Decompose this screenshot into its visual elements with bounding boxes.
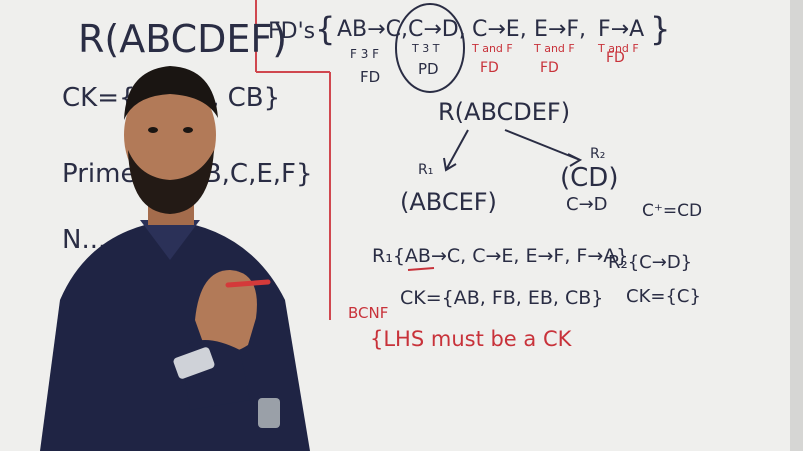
- video-frame: R(ABCDEF) FD's { AB→C, C→D, C→E, E→F, F→…: [0, 0, 803, 451]
- fd-tag-2: PD: [418, 60, 439, 78]
- r2-fd-small: C→D: [566, 194, 608, 215]
- fd-tag-5: FD: [606, 50, 625, 66]
- fd-tag-1: FD: [360, 68, 380, 86]
- marker-pen: [225, 279, 271, 288]
- fd-4: E→F,: [534, 17, 586, 42]
- watch: [258, 398, 280, 428]
- board-edge: [790, 0, 803, 451]
- fd-tag-4: FD: [540, 60, 559, 76]
- r1-fds: R₁{AB→C, C→E, E→F, F→A}: [372, 245, 628, 267]
- r1-label: R₁: [418, 162, 433, 178]
- fd-note-2: T 3 T: [411, 42, 440, 55]
- fds-close-brace: }: [650, 10, 670, 48]
- r1-attrs: (ABCEF): [400, 188, 497, 216]
- fd-note-3: T and F: [471, 42, 513, 55]
- fd-tag-3: FD: [480, 60, 499, 76]
- bcnf-label: BCNF: [348, 304, 388, 322]
- r1-ck: CK={AB, FB, EB, CB}: [400, 287, 603, 309]
- relation-title: R(ABCDEF): [78, 17, 287, 61]
- fd-note-1: F 3 F: [350, 47, 379, 61]
- fds-label: FD's: [268, 19, 315, 44]
- fds-open-brace: {: [315, 10, 335, 48]
- r2-attrs: (CD): [560, 163, 618, 193]
- left-eye: [148, 127, 158, 133]
- r2-label: R₂: [590, 146, 605, 162]
- decomp-root: R(ABCDEF): [438, 98, 570, 126]
- whiteboard-scene: R(ABCDEF) FD's { AB→C, C→D, C→E, E→F, F→…: [0, 0, 803, 451]
- fd-3: C→E,: [472, 17, 527, 42]
- closure: C⁺=CD: [642, 201, 702, 221]
- r2-ck: CK={C}: [626, 286, 701, 307]
- r2-fds: R₂{C→D}: [608, 252, 692, 273]
- fd-note-4: T and F: [533, 42, 575, 55]
- bcnf-rule: {LHS must be a CK: [370, 327, 573, 351]
- fd-5: F→A: [598, 17, 644, 42]
- right-eye: [183, 127, 193, 133]
